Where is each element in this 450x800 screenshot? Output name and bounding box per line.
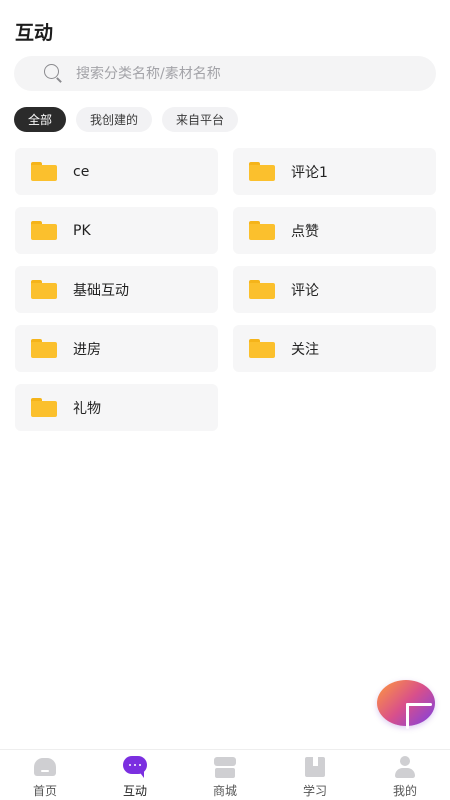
bottom-tab-bar: 首页 互动 商城 学习 我的	[0, 749, 450, 800]
book-icon	[303, 756, 327, 778]
filter-chip-mine[interactable]: 我创建的	[76, 107, 153, 132]
folder-grid: ce 评论1 PK 点赞 基础互动 评论 进房 关注 礼物	[15, 148, 436, 431]
folder-icon	[249, 280, 275, 299]
tab-mine[interactable]: 我的	[360, 750, 450, 800]
folder-label: 关注	[291, 341, 319, 358]
store-icon	[213, 756, 237, 778]
folder-label: 评论1	[291, 164, 328, 181]
folder-item[interactable]: 评论	[233, 266, 436, 313]
tab-interact[interactable]: 互动	[90, 750, 180, 800]
tab-label: 首页	[32, 784, 57, 798]
folder-icon	[249, 221, 275, 240]
page-title: 互动	[15, 22, 54, 44]
filter-chips: 全部 我创建的 来自平台	[14, 107, 239, 132]
tab-learn[interactable]: 学习	[270, 750, 360, 800]
folder-label: 点赞	[291, 223, 319, 240]
tab-label: 学习	[302, 784, 327, 798]
folder-item[interactable]: 进房	[15, 325, 218, 372]
home-icon	[33, 756, 57, 778]
folder-item[interactable]: 点赞	[233, 207, 436, 254]
filter-chip-platform[interactable]: 来自平台	[162, 107, 239, 132]
folder-icon	[31, 162, 57, 181]
folder-icon	[31, 339, 57, 358]
folder-item[interactable]: 评论1	[233, 148, 436, 195]
person-icon	[393, 756, 417, 778]
folder-item[interactable]: 关注	[233, 325, 436, 372]
chat-icon	[123, 756, 151, 778]
tab-store[interactable]: 商城	[180, 750, 270, 800]
folder-item[interactable]: 基础互动	[15, 266, 218, 313]
add-button[interactable]	[377, 680, 435, 729]
search-icon	[44, 63, 64, 84]
folder-label: 评论	[291, 282, 319, 299]
folder-icon	[31, 398, 57, 417]
folder-item[interactable]: PK	[15, 207, 218, 254]
folder-item[interactable]: ce	[15, 148, 218, 195]
folder-icon	[31, 221, 57, 240]
filter-chip-all[interactable]: 全部	[14, 107, 67, 132]
tab-home[interactable]: 首页	[0, 750, 90, 800]
folder-icon	[249, 162, 275, 181]
folder-label: 礼物	[73, 400, 101, 417]
folder-label: 基础互动	[73, 282, 129, 299]
tab-label: 互动	[122, 784, 147, 798]
folder-label: ce	[73, 163, 90, 180]
search-input[interactable]	[76, 65, 416, 82]
tab-label: 商城	[212, 784, 237, 798]
folder-label: 进房	[73, 341, 101, 358]
folder-icon	[31, 280, 57, 299]
search-bar[interactable]	[14, 56, 436, 91]
tab-label: 我的	[392, 784, 417, 798]
folder-item[interactable]: 礼物	[15, 384, 218, 431]
folder-icon	[249, 339, 275, 358]
folder-label: PK	[73, 222, 91, 239]
